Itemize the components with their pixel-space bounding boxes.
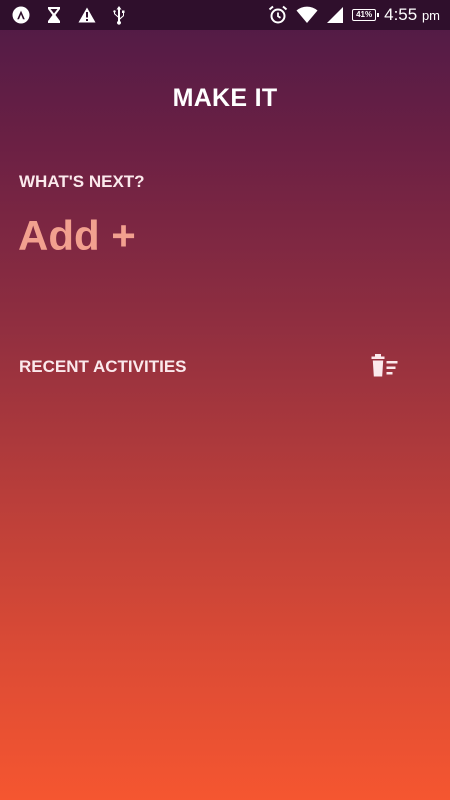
- hourglass-icon: [46, 6, 62, 24]
- recent-activities-label: RECENT ACTIVITIES: [19, 357, 187, 376]
- whats-next-label: WHAT'S NEXT?: [19, 172, 145, 191]
- app-title: MAKE IT: [172, 84, 278, 112]
- status-bar: 41% 4:55 pm: [0, 0, 450, 30]
- alarm-icon: [268, 5, 288, 25]
- battery-level: 41%: [356, 10, 373, 19]
- delete-sweep-icon[interactable]: [371, 353, 401, 379]
- clock-time: 4:55: [384, 5, 418, 24]
- add-activity-button[interactable]: Add +: [18, 212, 136, 260]
- clock-ampm: pm: [421, 7, 440, 23]
- app-screen: 41% 4:55 pm MAKE IT WHAT'S NEXT? Add + R…: [0, 0, 450, 800]
- warning-icon: [78, 7, 96, 23]
- wifi-icon: [296, 6, 318, 24]
- battery-indicator: 41%: [352, 9, 380, 21]
- usb-icon: [112, 5, 126, 25]
- signal-icon: [326, 6, 344, 24]
- status-left: [12, 5, 142, 25]
- battery-icon: 41%: [352, 9, 380, 21]
- clock: 4:55 pm: [384, 5, 440, 25]
- status-right: 41% 4:55 pm: [260, 5, 440, 25]
- app-logo-icon: [12, 6, 30, 24]
